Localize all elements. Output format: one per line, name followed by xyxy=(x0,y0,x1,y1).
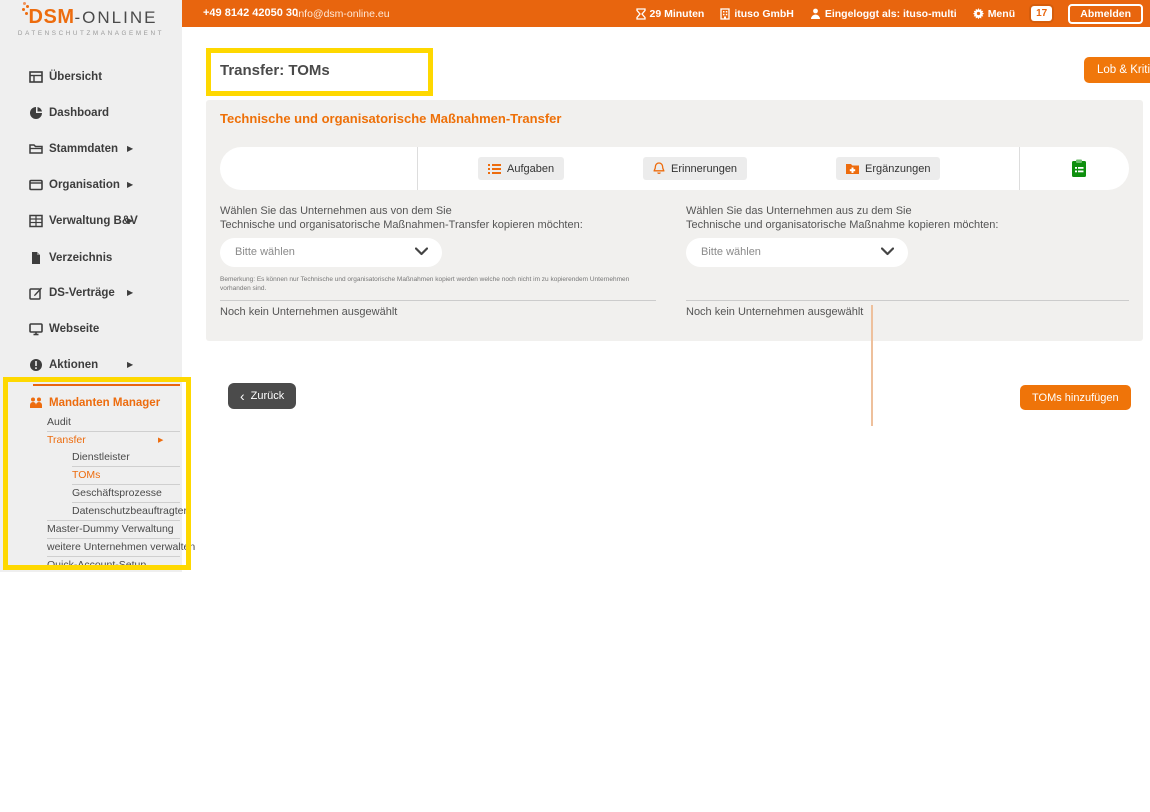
chevron-down-icon xyxy=(881,247,894,256)
source-select-label: Wählen Sie das Unternehmen aus von dem S… xyxy=(220,204,583,232)
column-divider xyxy=(871,305,873,426)
sidebar-item-label: Übersicht xyxy=(49,71,102,83)
chevron-right-icon: ▶ xyxy=(127,288,133,297)
logo-suffix: -ONLINE xyxy=(74,8,157,27)
sidebar: DSM-ONLINE DATENSCHUTZMANAGEMENT Übersic… xyxy=(0,0,182,572)
window-icon xyxy=(29,178,43,192)
session-timer: 29 Minuten xyxy=(636,8,705,20)
document-icon xyxy=(29,251,43,265)
feedback-button[interactable]: Lob & Kritik xyxy=(1084,57,1150,83)
monitor-icon xyxy=(29,322,43,336)
sidebar-subitem-weitere-unternehmen[interactable]: weitere Unternehmen verwalten xyxy=(0,539,182,556)
phone-number: +49 8142 42050 30 xyxy=(203,7,298,19)
chevron-right-icon: ▶ xyxy=(127,360,133,369)
pie-chart-icon xyxy=(29,106,43,120)
logo-subtitle: DATENSCHUTZMANAGEMENT xyxy=(0,30,182,37)
grid-table-icon xyxy=(29,214,43,228)
exclamation-circle-icon xyxy=(29,358,43,372)
chevron-left-icon: ‹ xyxy=(240,389,245,403)
folder-icon xyxy=(29,142,43,156)
target-empty-state: Noch kein Unternehmen ausgewählt xyxy=(686,306,863,318)
sidebar-item-ds-vertraege[interactable]: DS-Verträge ▶ xyxy=(0,285,182,305)
source-note: Bemerkung: Es können nur Technische und … xyxy=(220,275,638,293)
edit-pen-icon xyxy=(29,286,43,300)
chevron-right-icon: ▶ xyxy=(127,216,133,225)
company-name[interactable]: ituso GmbH xyxy=(720,8,794,20)
menu-button[interactable]: Menü xyxy=(973,8,1015,20)
add-toms-button[interactable]: TOMs hinzufügen xyxy=(1020,385,1131,410)
source-company-select[interactable]: Bitte wählen xyxy=(220,238,442,267)
page-title: Transfer: TOMs xyxy=(220,62,330,79)
sidebar-subitem-transfer[interactable]: Transfer▶ xyxy=(0,432,182,449)
select-value: Bitte wählen xyxy=(235,246,295,258)
panel-heading: Technische und organisatorische Maßnahme… xyxy=(220,111,561,126)
chevron-down-icon xyxy=(415,247,428,256)
user-icon xyxy=(810,8,821,19)
sidebar-item-label: Stammdaten xyxy=(49,143,118,155)
status-clipboard-icon[interactable] xyxy=(1071,159,1087,178)
chevron-right-icon: ▶ xyxy=(127,144,133,153)
sidebar-item-mandanten-manager[interactable]: Mandanten Manager xyxy=(0,395,182,413)
divider xyxy=(417,147,418,190)
sidebar-item-label: Verwaltung B&V xyxy=(49,215,138,227)
sidebar-subitem-dienstleister[interactable]: Dienstleister xyxy=(0,449,182,466)
sidebar-item-label: Aktionen xyxy=(49,359,98,371)
divider xyxy=(220,300,656,301)
tasks-button[interactable]: Aufgaben xyxy=(478,157,564,180)
table-icon xyxy=(29,70,43,84)
logout-button[interactable]: Abmelden xyxy=(1068,4,1143,24)
sidebar-item-label: Mandanten Manager xyxy=(49,397,160,409)
hourglass-icon xyxy=(636,8,646,20)
sidebar-item-webseite[interactable]: Webseite xyxy=(0,321,182,341)
gear-icon xyxy=(973,8,984,19)
sidebar-item-label: DS-Verträge xyxy=(49,287,115,299)
email-link[interactable]: info@dsm-online.eu xyxy=(296,8,390,20)
divider xyxy=(1019,147,1020,190)
sidebar-item-organisation[interactable]: Organisation ▶ xyxy=(0,177,182,197)
source-empty-state: Noch kein Unternehmen ausgewählt xyxy=(220,306,397,318)
divider xyxy=(686,300,1129,301)
sidebar-subitem-audit[interactable]: Audit xyxy=(0,414,182,431)
sidebar-subitem-master-dummy[interactable]: Master-Dummy Verwaltung xyxy=(0,521,182,538)
sidebar-item-stammdaten[interactable]: Stammdaten ▶ xyxy=(0,141,182,161)
sidebar-subitem-datenschutzbeauftragter[interactable]: Datenschutzbeauftragter xyxy=(0,503,182,520)
logged-in-user[interactable]: Eingeloggt als: ituso-multi xyxy=(810,8,957,20)
sidebar-item-label: Webseite xyxy=(49,323,99,335)
brand-logo[interactable]: DSM-ONLINE DATENSCHUTZMANAGEMENT xyxy=(0,6,182,37)
logo-pixel-dots-icon xyxy=(25,12,28,15)
chevron-right-icon: ▶ xyxy=(127,180,133,189)
sidebar-item-uebersicht[interactable]: Übersicht xyxy=(0,69,182,89)
building-icon xyxy=(720,8,730,20)
select-value: Bitte wählen xyxy=(701,246,761,258)
back-button[interactable]: ‹ Zurück xyxy=(228,383,296,409)
sidebar-item-aktionen[interactable]: Aktionen ▶ xyxy=(0,357,182,377)
target-company-select[interactable]: Bitte wählen xyxy=(686,238,908,267)
sidebar-item-label: Verzeichnis xyxy=(49,252,112,264)
folder-plus-icon xyxy=(846,163,859,175)
sidebar-subitem-geschaeftsprozesse[interactable]: Geschäftsprozesse xyxy=(0,485,182,502)
task-list-icon xyxy=(488,163,501,175)
bell-icon xyxy=(653,162,665,175)
app-window: DSM-ONLINE DATENSCHUTZMANAGEMENT Übersic… xyxy=(0,0,1150,812)
sidebar-item-label: Dashboard xyxy=(49,107,109,119)
target-select-label: Wählen Sie das Unternehmen aus zu dem Si… xyxy=(686,204,998,232)
sidebar-item-verzeichnis[interactable]: Verzeichnis xyxy=(0,250,182,270)
additions-button[interactable]: Ergänzungen xyxy=(836,157,940,180)
sidebar-item-dashboard[interactable]: Dashboard xyxy=(0,105,182,125)
menu-count-badge[interactable]: 17 xyxy=(1031,6,1052,21)
people-icon xyxy=(29,396,43,410)
action-bar: Aufgaben Erinnerungen Ergänzungen xyxy=(220,147,1129,190)
sidebar-item-label: Organisation xyxy=(49,179,120,191)
chevron-right-icon: ▶ xyxy=(158,436,163,444)
manager-section-divider xyxy=(33,384,180,386)
topbar: +49 8142 42050 30 info@dsm-online.eu 29 … xyxy=(182,0,1150,27)
sidebar-subitem-quick-account-setup[interactable]: Quick-Account-Setup xyxy=(0,557,182,574)
logo-main: DSM xyxy=(29,6,75,28)
reminders-button[interactable]: Erinnerungen xyxy=(643,157,747,180)
sidebar-item-verwaltung-bv[interactable]: Verwaltung B&V ▶ xyxy=(0,213,182,233)
sidebar-subitem-toms[interactable]: TOMs xyxy=(0,467,182,484)
transfer-panel: Technische und organisatorische Maßnahme… xyxy=(206,100,1143,341)
